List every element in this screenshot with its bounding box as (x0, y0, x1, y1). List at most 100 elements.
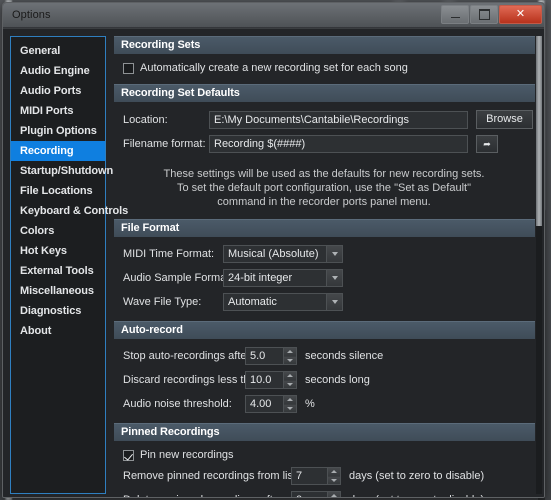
wave-file-type-select[interactable]: Automatic (223, 293, 343, 311)
midi-time-format-row: MIDI Time Format: Musical (Absolute) (123, 245, 535, 263)
pin-new-recordings-row[interactable]: Pin new recordings (123, 449, 535, 461)
delete-unpinned-recordings-suffix: days (set to zero to disable) (349, 494, 484, 497)
browse-button[interactable]: Browse (476, 110, 533, 129)
audio-noise-threshold-row: Audio noise threshold: 4.00 % (123, 395, 535, 413)
stepper-buttons[interactable] (283, 396, 296, 412)
pin-new-recordings-checkbox[interactable] (123, 449, 134, 461)
stepper-buttons[interactable] (283, 372, 296, 388)
recording-defaults-note: These settings will be used as the defau… (123, 159, 535, 215)
sidebar-item-plugin-options[interactable]: Plugin Options (11, 121, 105, 141)
discard-recordings-stepper[interactable]: 10.0 (245, 371, 297, 389)
stepper-up-icon[interactable] (284, 396, 296, 405)
section-body-file-format: MIDI Time Format: Musical (Absolute) Aud… (114, 237, 535, 321)
discard-recordings-row: Discard recordings less than 10.0 second… (123, 371, 535, 389)
chevron-down-icon[interactable] (326, 270, 342, 286)
midi-time-format-label: MIDI Time Format: (123, 248, 215, 260)
title-bar[interactable]: Options ✕ (3, 3, 544, 28)
remove-pinned-recordings-row: Remove pinned recordings from list after… (123, 467, 535, 485)
location-label: Location: (123, 113, 168, 126)
discard-recordings-suffix: seconds long (305, 374, 370, 386)
stepper-buttons[interactable] (327, 468, 340, 484)
options-panel-recording: Recording Sets Automatically create a ne… (114, 36, 542, 497)
stepper-up-icon[interactable] (284, 348, 296, 357)
section-body-recording-sets: Automatically create a new recording set… (114, 54, 535, 84)
midi-time-format-value: Musical (Absolute) (228, 248, 319, 260)
audio-sample-format-label: Audio Sample Format: (123, 272, 233, 284)
note-line-3: command in the recorder ports panel menu… (217, 196, 431, 208)
remove-pinned-recordings-value: 7 (296, 470, 303, 482)
audio-noise-threshold-label: Audio noise threshold: (123, 398, 232, 410)
minimize-icon (450, 16, 460, 18)
audio-sample-format-row: Audio Sample Format: 24-bit integer (123, 269, 535, 287)
options-category-list[interactable]: General Audio Engine Audio Ports MIDI Po… (10, 36, 128, 494)
section-header-file-format: File Format (114, 219, 535, 237)
sidebar-item-keyboard-controls[interactable]: Keyboard & Controls (11, 201, 128, 221)
filename-format-row: Filename format: Recording $(####) ➦ (123, 135, 535, 153)
stop-auto-recordings-row: Stop auto-recordings after 5.0 seconds s… (123, 347, 535, 365)
auto-create-recording-set-checkbox[interactable] (123, 62, 134, 74)
stop-auto-recordings-stepper[interactable]: 5.0 (245, 347, 297, 365)
location-input[interactable]: E:\My Documents\Cantabile\Recordings (209, 110, 468, 129)
sidebar-item-miscellaneous[interactable]: Miscellaneous (11, 281, 105, 301)
sidebar-item-audio-ports[interactable]: Audio Ports (11, 81, 105, 101)
section-header-recording-sets: Recording Sets (114, 36, 535, 54)
window-title: Options (12, 9, 51, 21)
stepper-down-icon[interactable] (328, 476, 340, 484)
remove-pinned-recordings-suffix: days (set to zero to disable) (349, 470, 485, 482)
delete-unpinned-recordings-value: 0 (296, 494, 302, 497)
filename-format-menu-button[interactable]: ➦ (476, 135, 498, 153)
sidebar-item-hot-keys[interactable]: Hot Keys (11, 241, 105, 261)
scrollbar-thumb[interactable] (536, 36, 542, 226)
remove-pinned-recordings-stepper[interactable]: 7 (291, 467, 341, 485)
audio-sample-format-value: 24-bit integer (228, 272, 293, 284)
stepper-up-icon[interactable] (328, 492, 340, 497)
delete-unpinned-recordings-label: Delete unpinned recordings after (123, 494, 291, 497)
location-row: Location: E:\My Documents\Cantabile\Reco… (123, 110, 535, 129)
sidebar-item-startup-shutdown[interactable]: Startup/Shutdown (11, 161, 113, 181)
sidebar-item-colors[interactable]: Colors (11, 221, 105, 241)
minimize-button[interactable] (441, 5, 469, 24)
stop-auto-recordings-suffix: seconds silence (305, 350, 384, 362)
sidebar-item-recording[interactable]: Recording (11, 141, 105, 161)
audio-sample-format-select[interactable]: 24-bit integer (223, 269, 343, 287)
midi-time-format-select[interactable]: Musical (Absolute) (223, 245, 343, 263)
stepper-buttons[interactable] (283, 348, 296, 364)
stop-auto-recordings-value: 5.0 (250, 350, 266, 362)
section-header-recording-set-defaults: Recording Set Defaults (114, 84, 535, 102)
section-header-auto-record: Auto-record (114, 321, 535, 339)
audio-noise-threshold-suffix: % (305, 398, 315, 410)
filename-format-input[interactable]: Recording $(####) (209, 135, 468, 153)
sidebar-item-about[interactable]: About (11, 321, 105, 341)
chevron-down-icon[interactable] (326, 246, 342, 262)
filename-format-label: Filename format: (123, 138, 206, 150)
stepper-up-icon[interactable] (284, 372, 296, 381)
sidebar-item-general[interactable]: General (11, 41, 105, 61)
stepper-down-icon[interactable] (284, 380, 296, 388)
section-header-pinned-recordings: Pinned Recordings (114, 423, 535, 441)
auto-create-recording-set-row[interactable]: Automatically create a new recording set… (123, 62, 535, 74)
maximize-button[interactable] (470, 5, 498, 24)
wave-file-type-value: Automatic (228, 296, 277, 308)
section-body-auto-record: Stop auto-recordings after 5.0 seconds s… (114, 339, 535, 423)
stepper-buttons[interactable] (327, 492, 340, 497)
sidebar-item-file-locations[interactable]: File Locations (11, 181, 105, 201)
sidebar-item-diagnostics[interactable]: Diagnostics (11, 301, 105, 321)
sidebar-item-audio-engine[interactable]: Audio Engine (11, 61, 105, 81)
close-button[interactable]: ✕ (499, 5, 542, 24)
sidebar-item-external-tools[interactable]: External Tools (11, 261, 105, 281)
auto-create-recording-set-label: Automatically create a new recording set… (140, 62, 408, 74)
audio-noise-threshold-value: 4.00 (250, 398, 272, 410)
sidebar-item-midi-ports[interactable]: MIDI Ports (11, 101, 105, 121)
stepper-up-icon[interactable] (328, 468, 340, 477)
delete-unpinned-recordings-stepper[interactable]: 0 (291, 491, 341, 497)
wave-file-type-label: Wave File Type: (123, 296, 202, 308)
audio-noise-threshold-stepper[interactable]: 4.00 (245, 395, 297, 413)
options-dialog: Options ✕ General Audio Engine Audio Por… (2, 2, 545, 498)
pin-new-recordings-label: Pin new recordings (140, 449, 234, 461)
chevron-down-icon[interactable] (326, 294, 342, 310)
stepper-down-icon[interactable] (284, 356, 296, 364)
options-panel-scrollbar[interactable] (536, 36, 542, 494)
window-controls: ✕ (441, 5, 542, 24)
stop-auto-recordings-label: Stop auto-recordings after (123, 350, 251, 362)
stepper-down-icon[interactable] (284, 404, 296, 412)
